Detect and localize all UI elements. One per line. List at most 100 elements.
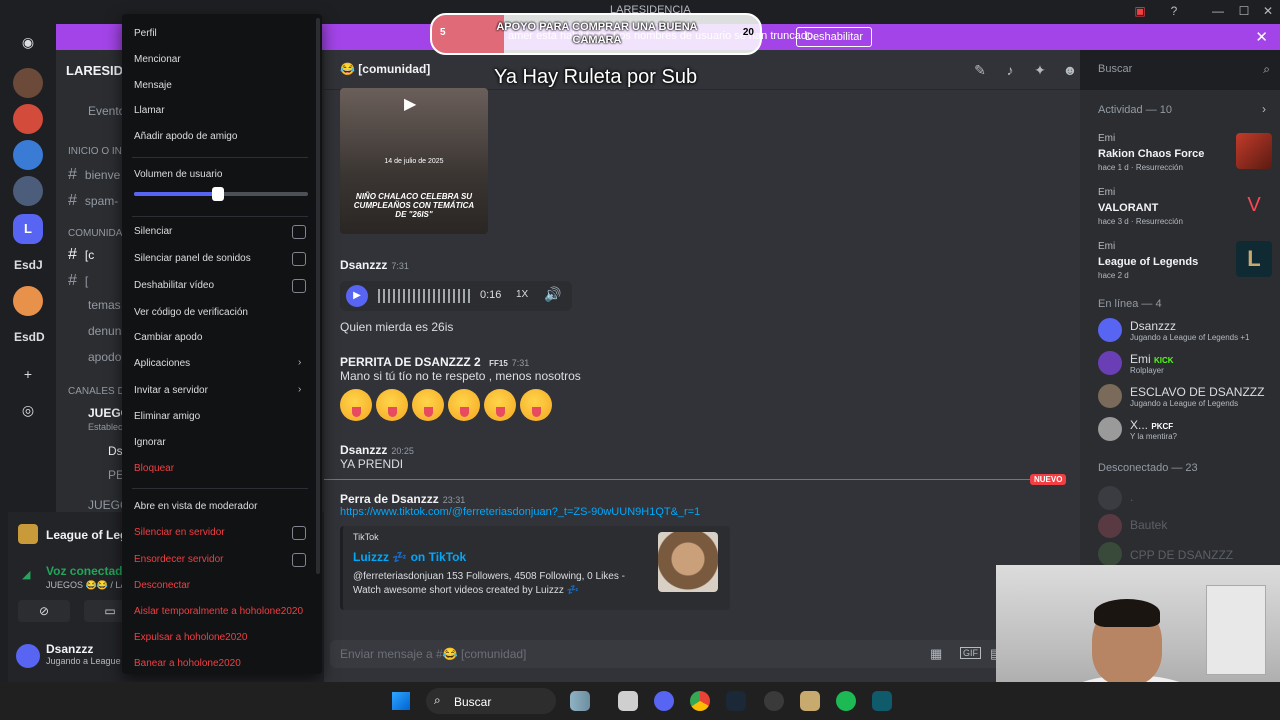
inbox-icon[interactable]: ▣	[1132, 3, 1148, 19]
avatar[interactable]	[1098, 514, 1122, 538]
member-name[interactable]: Bautek	[1130, 518, 1167, 532]
waveform[interactable]	[378, 289, 470, 303]
channel-item-active[interactable]: # [c	[68, 246, 94, 264]
menu-item-invite[interactable]: Invitar a servidor	[134, 385, 208, 396]
avatar[interactable]	[1098, 417, 1122, 441]
gif-icon[interactable]: GIF	[960, 647, 981, 659]
category-label[interactable]: CANALES D	[68, 386, 125, 397]
video-checkbox[interactable]	[292, 279, 306, 293]
member-name[interactable]: Dsanzzz	[1130, 319, 1176, 333]
channel-item[interactable]: apodo	[88, 350, 121, 364]
volume-knob[interactable]	[211, 187, 224, 201]
steam-icon[interactable]	[726, 691, 746, 711]
volume-slider[interactable]	[134, 187, 308, 201]
menu-item-change-nickname[interactable]: Cambiar apodo	[134, 332, 202, 343]
message-author[interactable]: PERRITA DE DSANZZZ 2	[340, 355, 481, 369]
explore-icon[interactable]: ◎	[20, 402, 36, 418]
avatar[interactable]	[1098, 384, 1122, 408]
menu-item-server-deafen[interactable]: Ensordecer servidor	[134, 554, 223, 565]
league-client-icon[interactable]	[800, 691, 820, 711]
minimize-icon[interactable]: —	[1210, 3, 1226, 19]
close-icon[interactable]: ✕	[1255, 28, 1268, 46]
soundboard-checkbox[interactable]	[292, 252, 306, 266]
bell-icon[interactable]: ♪	[1002, 62, 1018, 78]
menu-item-add-friend-nickname[interactable]: Añadir apodo de amigo	[134, 131, 237, 142]
emoji[interactable]	[448, 389, 480, 421]
league-game-icon[interactable]	[872, 691, 892, 711]
emoji[interactable]	[376, 389, 408, 421]
voice-channel-path[interactable]: JUEGOS 😂😂 / LA	[46, 580, 126, 591]
play-button[interactable]: ▶	[346, 285, 368, 307]
message-composer[interactable]: Enviar mensaje a #😂 [comunidad] ▦ GIF ▤	[330, 640, 1074, 668]
message-author[interactable]: Dsanzzz	[340, 258, 387, 272]
spotify-icon[interactable]	[836, 691, 856, 711]
threads-icon[interactable]: ✎	[972, 62, 988, 78]
menu-item-remove-friend[interactable]: Eliminar amigo	[134, 411, 200, 422]
playback-speed[interactable]: 1X	[516, 289, 528, 300]
emoji[interactable]	[484, 389, 516, 421]
help-icon[interactable]: ?	[1166, 3, 1182, 19]
game-art[interactable]	[1236, 133, 1272, 169]
widgets-icon[interactable]	[570, 691, 590, 711]
server-mute-checkbox[interactable]	[292, 526, 306, 540]
activity-title[interactable]: League of Lege	[46, 528, 134, 542]
menu-item-call[interactable]: Llamar	[134, 105, 165, 116]
avatar[interactable]	[1098, 486, 1122, 510]
message-input[interactable]: Enviar mensaje a #😂 [comunidad]	[340, 647, 526, 661]
avatar[interactable]	[16, 644, 40, 668]
avatar[interactable]	[1098, 351, 1122, 375]
activity-game[interactable]: VALORANT	[1098, 202, 1158, 214]
menu-item-disable-video[interactable]: Deshabilitar vídeo	[134, 280, 214, 291]
server-deafen-checkbox[interactable]	[292, 553, 306, 567]
menu-item-ban[interactable]: Banear a hoholone2020	[134, 658, 241, 669]
camera-off-button[interactable]: ⊘	[18, 600, 70, 622]
emoji[interactable]	[412, 389, 444, 421]
close-window-icon[interactable]: ✕	[1260, 3, 1276, 19]
active-server-icon[interactable]: L	[13, 214, 43, 244]
emoji[interactable]	[340, 389, 372, 421]
activity-user[interactable]: Emi	[1098, 187, 1115, 198]
user-name[interactable]: Dsanzzz	[46, 642, 93, 656]
message-link[interactable]: https://www.tiktok.com/@ferreteriasdonju…	[340, 506, 700, 518]
members-icon[interactable]: ☻	[1062, 62, 1078, 78]
menu-scrollbar[interactable]	[316, 18, 320, 574]
taskbar-search-input[interactable]: Buscar	[454, 695, 491, 709]
avatar[interactable]	[1098, 542, 1122, 566]
menu-item-profile[interactable]: Perfil	[134, 28, 157, 39]
search-input[interactable]: Buscar	[1098, 63, 1132, 75]
category-label[interactable]: COMUNIDA	[68, 228, 122, 239]
server-label[interactable]: EsdJ	[14, 258, 43, 272]
member-name[interactable]: Emi KICK	[1130, 352, 1174, 366]
server-icon[interactable]	[13, 68, 43, 98]
member-name[interactable]: ESCLAVO DE DSANZZZ	[1130, 385, 1264, 399]
channel-item[interactable]: temas	[88, 298, 121, 312]
menu-item-verification-code[interactable]: Ver código de verificación	[134, 307, 248, 318]
member-name[interactable]: .	[1130, 490, 1133, 504]
mute-checkbox[interactable]	[292, 225, 306, 239]
menu-item-mute[interactable]: Silenciar	[134, 226, 172, 237]
taskbar-search[interactable]: ⌕ Buscar	[426, 688, 556, 714]
file-explorer-icon[interactable]	[618, 691, 638, 711]
menu-item-server-mute[interactable]: Silenciar en servidor	[134, 527, 225, 538]
server-icon[interactable]	[13, 140, 43, 170]
embed-title[interactable]: Luizzz 💤 on TikTok	[353, 550, 466, 564]
menu-item-ignore[interactable]: Ignorar	[134, 437, 166, 448]
category-label[interactable]: INICIO O INF	[68, 146, 128, 157]
channel-item[interactable]: # bienve	[68, 166, 120, 184]
add-server-icon[interactable]: +	[20, 366, 36, 382]
maximize-icon[interactable]: ☐	[1236, 3, 1252, 19]
video-thumbnail[interactable]: ▶ 14 de julio de 2025 NIÑO CHALACO CELEB…	[340, 88, 488, 234]
league-icon[interactable]: L	[1236, 241, 1272, 277]
gift-icon[interactable]: ▦	[930, 646, 942, 662]
windows-start-icon[interactable]	[392, 692, 410, 710]
message-author[interactable]: Perra de Dsanzzz	[340, 492, 439, 506]
channel-item[interactable]: denun	[88, 324, 121, 338]
menu-item-kick[interactable]: Expulsar a hoholone2020	[134, 632, 247, 643]
activity-user[interactable]: Emi	[1098, 133, 1115, 144]
voice-connected-status[interactable]: Voz conectada	[46, 564, 129, 578]
menu-item-mention[interactable]: Mencionar	[134, 54, 181, 65]
channel-item[interactable]: #[	[68, 272, 88, 290]
emoji[interactable]	[520, 389, 552, 421]
pin-icon[interactable]: ✦	[1032, 62, 1048, 78]
chrome-icon[interactable]	[690, 691, 710, 711]
